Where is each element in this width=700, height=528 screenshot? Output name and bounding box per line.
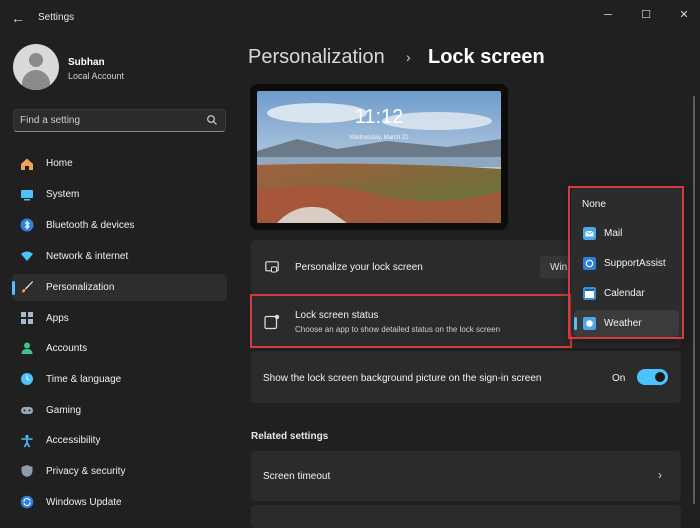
apps-icon — [21, 312, 33, 324]
sidebar-item-label: Personalization — [46, 282, 115, 293]
sidebar-item-label: Time & language — [46, 374, 122, 385]
lock-screen-date: Wednesday, March 22 — [349, 135, 409, 141]
wifi-icon — [21, 251, 33, 261]
user-name: Subhan — [68, 57, 105, 68]
search-placeholder: Find a setting — [20, 115, 81, 126]
accessibility-icon — [21, 434, 33, 448]
search-icon[interactable] — [206, 114, 218, 126]
breadcrumb-separator: › — [406, 49, 411, 65]
account-type: Local Account — [68, 71, 125, 81]
sidebar-item-personalization[interactable] — [12, 274, 227, 301]
bluetooth-icon — [20, 218, 34, 232]
system-icon — [21, 190, 33, 201]
sidebar-item-apps[interactable] — [12, 305, 227, 332]
avatar-body — [22, 70, 50, 90]
close-button[interactable]: ✕ — [672, 6, 696, 24]
lock-screen-picture-icon — [265, 261, 279, 273]
breadcrumb-parent[interactable]: Personalization — [248, 46, 385, 69]
lock-screen-time: 11:12 — [354, 106, 404, 128]
update-icon — [20, 495, 34, 509]
sidebar-item-label: Bluetooth & devices — [46, 220, 135, 231]
sidebar-item-label: Accounts — [46, 343, 88, 354]
highlight-menu-box — [568, 186, 684, 339]
sidebar-item-label: Gaming — [46, 405, 82, 416]
related-settings-heading: Related settings — [251, 431, 329, 442]
avatar[interactable] — [13, 44, 59, 90]
sidebar-item-label: Accessibility — [46, 435, 101, 446]
page-title: Lock screen — [428, 46, 545, 68]
window-title: Settings — [38, 12, 75, 23]
screen-timeout-label: Screen timeout — [263, 471, 331, 482]
home-icon — [21, 158, 33, 170]
minimize-button[interactable]: ─ — [596, 6, 620, 24]
sidebar-item-system[interactable] — [12, 182, 227, 209]
sidebar-item-home[interactable] — [12, 151, 227, 178]
personalize-dropdown-value: Win — [550, 262, 568, 273]
avatar-head — [29, 53, 43, 67]
sidebar-item-label: System — [46, 189, 80, 200]
sidebar-item-label: Windows Update — [46, 497, 122, 508]
gamepad-icon — [21, 407, 33, 414]
sidebar-item-label: Privacy & security — [46, 466, 126, 477]
sidebar-item-gaming[interactable] — [12, 397, 227, 424]
highlight-status-box — [250, 294, 572, 348]
chevron-right-icon: › — [658, 468, 662, 482]
sidebar-item-label: Apps — [46, 313, 69, 324]
sidebar-item-label: Home — [46, 158, 73, 169]
toggle-knob — [655, 372, 665, 382]
sidebar-item-label: Network & internet — [46, 251, 129, 262]
sidebar-item-accounts[interactable] — [12, 335, 227, 362]
back-button[interactable]: ← — [8, 8, 28, 28]
scrollbar[interactable] — [693, 96, 695, 504]
maximize-button[interactable]: ☐ — [634, 6, 658, 24]
title-bar — [0, 0, 700, 36]
shield-icon — [21, 465, 33, 477]
accounts-icon — [21, 342, 33, 354]
globe-clock-icon — [21, 373, 33, 385]
next-related-card[interactable] — [251, 505, 681, 528]
personalize-label: Personalize your lock screen — [295, 262, 423, 273]
sign-in-background-label: Show the lock screen background picture … — [263, 373, 542, 384]
toggle-state-label: On — [612, 373, 626, 384]
brush-icon — [22, 281, 33, 293]
sidebar-item-accessibility[interactable] — [12, 428, 227, 455]
